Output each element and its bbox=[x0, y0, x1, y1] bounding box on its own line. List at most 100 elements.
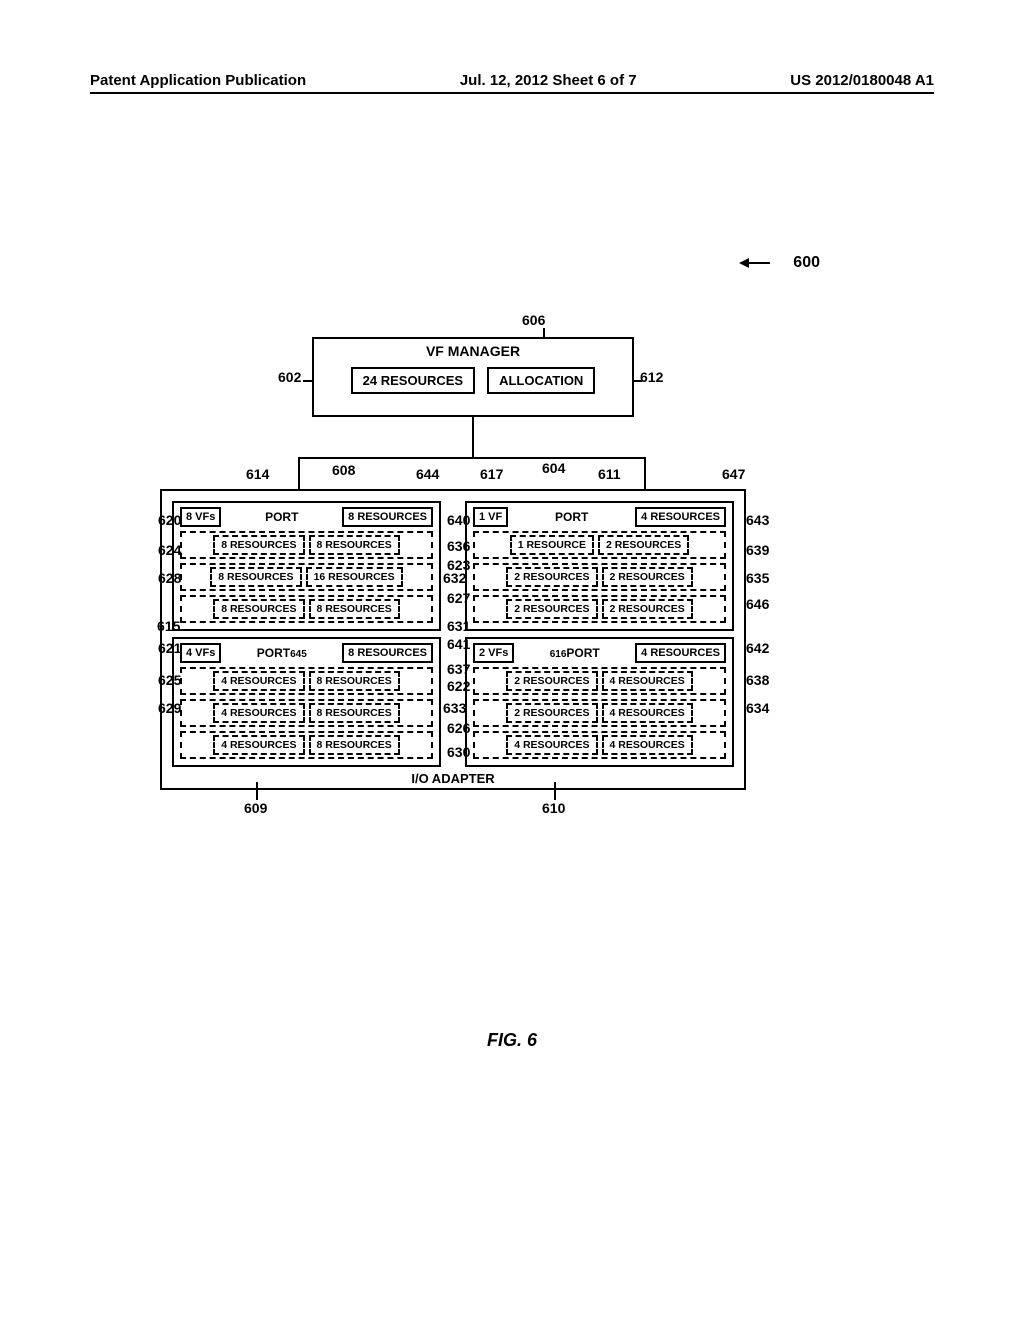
vf-manager-resources: 24 RESOURCES bbox=[351, 367, 475, 394]
row-cell-r: 8 RESOURCES bbox=[309, 703, 400, 723]
port-2: 4 VFs PORT645 8 RESOURCES 4 RESOURCES 8 … bbox=[172, 637, 441, 767]
port-vfs: 4 VFs bbox=[180, 643, 221, 663]
ref-612: 612 bbox=[640, 369, 663, 385]
row-cell-r: 2 RESOURCES bbox=[602, 599, 693, 619]
row-cell-l: 8 RESOURCES bbox=[210, 567, 301, 587]
connector-line bbox=[644, 459, 646, 489]
port-title: 616PORT bbox=[550, 646, 600, 660]
ref-643: 643 bbox=[746, 512, 769, 528]
connector-line bbox=[298, 459, 300, 489]
port-resources: 8 RESOURCES bbox=[342, 507, 433, 527]
vf-manager-block: VF MANAGER 24 RESOURCES ALLOCATION bbox=[312, 337, 634, 417]
port-vfs: 2 VFs bbox=[473, 643, 514, 663]
ref-616: 616 bbox=[550, 649, 567, 660]
port-row: 2 RESOURCES 4 RESOURCES bbox=[473, 667, 726, 695]
port-vfs: 8 VFs bbox=[180, 507, 221, 527]
ref-631: 631 bbox=[447, 618, 470, 634]
ref-610: 610 bbox=[542, 800, 565, 816]
row-cell-l: 4 RESOURCES bbox=[213, 703, 304, 723]
figure-caption: FIG. 6 bbox=[0, 1030, 1024, 1051]
row-cell-l: 8 RESOURCES bbox=[213, 535, 304, 555]
ref-602: 602 bbox=[278, 369, 301, 385]
ref-645: 645 bbox=[290, 649, 307, 660]
ref-611: 611 bbox=[598, 466, 621, 482]
vf-manager-title: VF MANAGER bbox=[314, 339, 632, 359]
row-cell-l: 8 RESOURCES bbox=[213, 599, 304, 619]
header-rule bbox=[90, 92, 934, 94]
port-row: 4 RESOURCES 8 RESOURCES bbox=[180, 699, 433, 727]
port-title: PORT bbox=[265, 510, 298, 524]
port-header: 8 VFs PORT 8 RESOURCES bbox=[180, 507, 433, 527]
row-cell-l: 2 RESOURCES bbox=[506, 599, 597, 619]
ref-644: 644 bbox=[416, 466, 439, 482]
ref-624: 624 bbox=[158, 542, 181, 558]
port-row: 2 RESOURCES 4 RESOURCES bbox=[473, 699, 726, 727]
port-header: 2 VFs 616PORT 4 RESOURCES bbox=[473, 643, 726, 663]
ref-609: 609 bbox=[244, 800, 267, 816]
page-header: Patent Application Publication Jul. 12, … bbox=[0, 72, 1024, 89]
figure-ref-arrow bbox=[742, 262, 770, 264]
row-cell-r: 8 RESOURCES bbox=[309, 535, 400, 555]
port-header: 4 VFs PORT645 8 RESOURCES bbox=[180, 643, 433, 663]
ref-639: 639 bbox=[746, 542, 769, 558]
row-cell-r: 16 RESOURCES bbox=[306, 567, 403, 587]
port-header: 1 VF PORT 4 RESOURCES bbox=[473, 507, 726, 527]
figure-ref: 600 bbox=[793, 254, 820, 272]
row-cell-l: 1 RESOURCE bbox=[510, 535, 594, 555]
row-cell-r: 4 RESOURCES bbox=[602, 671, 693, 691]
row-cell-r: 4 RESOURCES bbox=[602, 735, 693, 755]
port-3: 2 VFs 616PORT 4 RESOURCES 2 RESOURCES 4 … bbox=[465, 637, 734, 767]
ref-629: 629 bbox=[158, 700, 181, 716]
ref-621: 621 bbox=[158, 640, 181, 656]
ref-646: 646 bbox=[746, 596, 769, 612]
row-cell-r: 8 RESOURCES bbox=[309, 735, 400, 755]
header-right: US 2012/0180048 A1 bbox=[790, 72, 934, 89]
ref-633: 633 bbox=[443, 700, 466, 716]
header-center: Jul. 12, 2012 Sheet 6 of 7 bbox=[460, 72, 637, 89]
row-cell-r: 2 RESOURCES bbox=[602, 567, 693, 587]
row-cell-l: 2 RESOURCES bbox=[506, 703, 597, 723]
row-cell-l: 4 RESOURCES bbox=[213, 735, 304, 755]
ref-640: 640 bbox=[447, 512, 470, 528]
ref-636: 636 bbox=[447, 538, 470, 554]
row-cell-r: 2 RESOURCES bbox=[598, 535, 689, 555]
port-resources: 4 RESOURCES bbox=[635, 507, 726, 527]
port-row: 2 RESOURCES 2 RESOURCES bbox=[473, 595, 726, 623]
ref-606: 606 bbox=[522, 312, 545, 328]
row-cell-r: 8 RESOURCES bbox=[309, 671, 400, 691]
port-1: 1 VF PORT 4 RESOURCES 1 RESOURCE 2 RESOU… bbox=[465, 501, 734, 631]
ref-638: 638 bbox=[746, 672, 769, 688]
ref-635: 635 bbox=[746, 570, 769, 586]
vf-manager-boxes: 24 RESOURCES ALLOCATION bbox=[314, 359, 632, 394]
ref-620: 620 bbox=[158, 512, 181, 528]
port-row: 8 RESOURCES 8 RESOURCES bbox=[180, 595, 433, 623]
connector-line bbox=[472, 417, 474, 457]
connector-line bbox=[298, 457, 646, 459]
port-row: 1 RESOURCE 2 RESOURCES bbox=[473, 531, 726, 559]
port-row: 2 RESOURCES 2 RESOURCES bbox=[473, 563, 726, 591]
ref-604: 604 bbox=[542, 460, 565, 476]
port-vfs: 1 VF bbox=[473, 507, 508, 527]
row-cell-l: 4 RESOURCES bbox=[213, 671, 304, 691]
vf-manager-allocation: ALLOCATION bbox=[487, 367, 595, 394]
port-resources: 4 RESOURCES bbox=[635, 643, 726, 663]
ref-634: 634 bbox=[746, 700, 769, 716]
port-row: 4 RESOURCES 8 RESOURCES bbox=[180, 667, 433, 695]
row-cell-l: 2 RESOURCES bbox=[506, 671, 597, 691]
ref-627: 627 bbox=[447, 590, 470, 606]
ref-615: 615 bbox=[157, 618, 180, 634]
ref-608: 608 bbox=[332, 462, 355, 478]
ref-632: 632 bbox=[443, 570, 466, 586]
port-0: 8 VFs PORT 8 RESOURCES 8 RESOURCES 8 RES… bbox=[172, 501, 441, 631]
port-title: PORT645 bbox=[257, 646, 307, 660]
ref-637: 637 bbox=[447, 661, 470, 677]
port-row: 4 RESOURCES 8 RESOURCES bbox=[180, 731, 433, 759]
port-title: PORT bbox=[555, 510, 588, 524]
header-left: Patent Application Publication bbox=[90, 72, 306, 89]
port-row: 8 RESOURCES 16 RESOURCES bbox=[180, 563, 433, 591]
ref-641: 641 bbox=[447, 636, 470, 652]
ref-622: 622 bbox=[447, 678, 470, 694]
ref-642: 642 bbox=[746, 640, 769, 656]
port-resources: 8 RESOURCES bbox=[342, 643, 433, 663]
ref-628: 628 bbox=[158, 570, 181, 586]
